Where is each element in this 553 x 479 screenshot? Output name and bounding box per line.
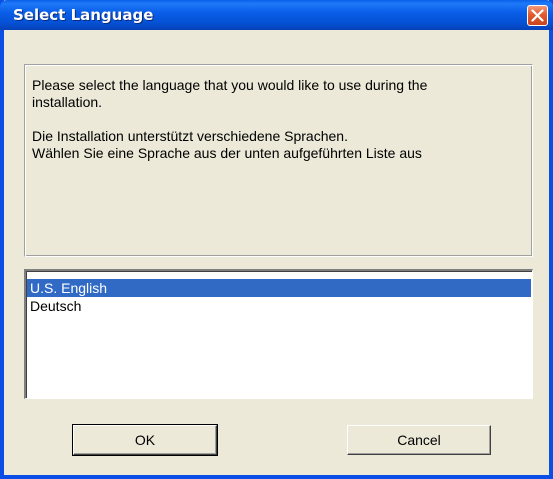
ok-button[interactable]: OK <box>72 424 218 456</box>
message-line-2: installation. <box>32 94 103 110</box>
language-option-deutsch[interactable]: Deutsch <box>27 297 531 315</box>
message-line-4: Wählen Sie eine Sprache aus der unten au… <box>32 145 422 161</box>
language-option-english[interactable]: U.S. English <box>27 279 531 297</box>
message-line-3: Die Installation unterstützt verschieden… <box>32 128 348 144</box>
select-language-dialog: Select Language Please select the langua… <box>0 0 553 479</box>
title-bar[interactable]: Select Language <box>0 0 553 30</box>
close-icon <box>531 9 544 22</box>
cancel-button[interactable]: Cancel <box>347 425 491 455</box>
message-panel: Please select the language that you woul… <box>24 64 533 257</box>
message-line-1: Please select the language that you woul… <box>32 77 428 93</box>
language-list[interactable]: U.S. English Deutsch <box>24 269 533 399</box>
close-button[interactable] <box>527 5 548 26</box>
dialog-title: Select Language <box>13 6 154 24</box>
